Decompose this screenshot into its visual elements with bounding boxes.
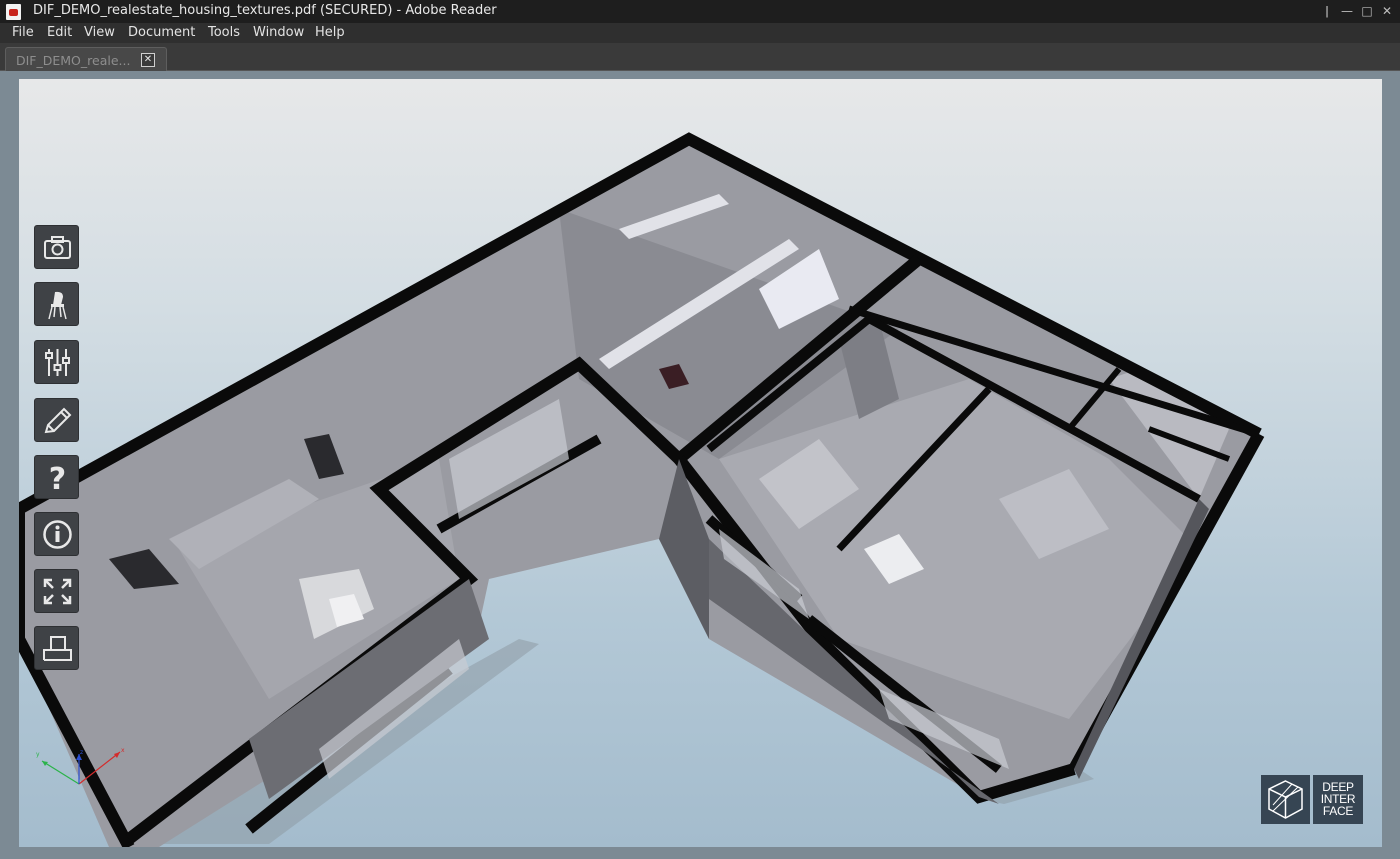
pencil-icon bbox=[44, 407, 72, 434]
annotate-button[interactable] bbox=[34, 398, 79, 442]
svg-text:z: z bbox=[80, 749, 83, 756]
title-bar: DIF_DEMO_realestate_housing_textures.pdf… bbox=[0, 0, 1400, 23]
document-tab-strip: DIF_DEMO_reale... ✕ bbox=[0, 43, 1400, 72]
info-icon bbox=[43, 520, 72, 549]
menu-file[interactable]: File bbox=[12, 25, 34, 40]
maximize-icon[interactable]: □ bbox=[1358, 3, 1376, 20]
document-tab[interactable]: DIF_DEMO_reale... ✕ bbox=[5, 47, 167, 72]
close-icon[interactable]: ✕ bbox=[1378, 3, 1396, 20]
logo-line-3: FACE bbox=[1322, 804, 1354, 818]
fullscreen-button[interactable] bbox=[34, 569, 79, 613]
svg-text:?: ? bbox=[49, 462, 66, 493]
print-button[interactable] bbox=[34, 626, 79, 670]
svg-text:x: x bbox=[121, 747, 125, 754]
logo-wordmark: DEEP INTER FACE bbox=[1313, 775, 1363, 824]
menu-window[interactable]: Window bbox=[253, 25, 304, 40]
menu-document[interactable]: Document bbox=[128, 25, 195, 40]
menu-tools[interactable]: Tools bbox=[208, 25, 240, 40]
menu-help[interactable]: Help bbox=[315, 25, 345, 40]
print-icon bbox=[43, 636, 72, 661]
info-button[interactable] bbox=[34, 512, 79, 556]
tab-close-button[interactable]: ✕ bbox=[141, 53, 155, 67]
deep-interface-logo: DEEP INTER FACE bbox=[1261, 775, 1363, 824]
question-icon: ? bbox=[49, 462, 66, 493]
sliders-icon bbox=[45, 349, 70, 376]
floor-plan-3d-model[interactable] bbox=[19, 79, 1382, 847]
furniture-button[interactable] bbox=[34, 282, 79, 326]
restore-icon[interactable]: ǀ bbox=[1318, 3, 1336, 20]
camera-button[interactable] bbox=[34, 225, 79, 269]
camera-icon bbox=[44, 236, 71, 259]
help-button[interactable]: ? bbox=[34, 455, 79, 499]
menu-edit[interactable]: Edit bbox=[47, 25, 72, 40]
document-tab-label: DIF_DEMO_reale... bbox=[16, 53, 131, 68]
svg-text:y: y bbox=[36, 751, 40, 758]
fullscreen-icon bbox=[43, 578, 72, 605]
3d-viewport[interactable]: ? y z x DEEP INTER FACE bbox=[19, 79, 1382, 847]
window-title: DIF_DEMO_realestate_housing_textures.pdf… bbox=[33, 3, 497, 18]
cube-logo-icon bbox=[1261, 775, 1310, 824]
axis-gizmo-icon: y z x bbox=[36, 747, 125, 785]
minimize-icon[interactable]: — bbox=[1338, 3, 1356, 20]
menu-view[interactable]: View bbox=[84, 25, 115, 40]
menu-bar: File Edit View Document Tools Window Hel… bbox=[0, 23, 1400, 43]
chair-icon bbox=[48, 291, 67, 320]
pdf-app-icon bbox=[6, 4, 21, 20]
settings-button[interactable] bbox=[34, 340, 79, 384]
